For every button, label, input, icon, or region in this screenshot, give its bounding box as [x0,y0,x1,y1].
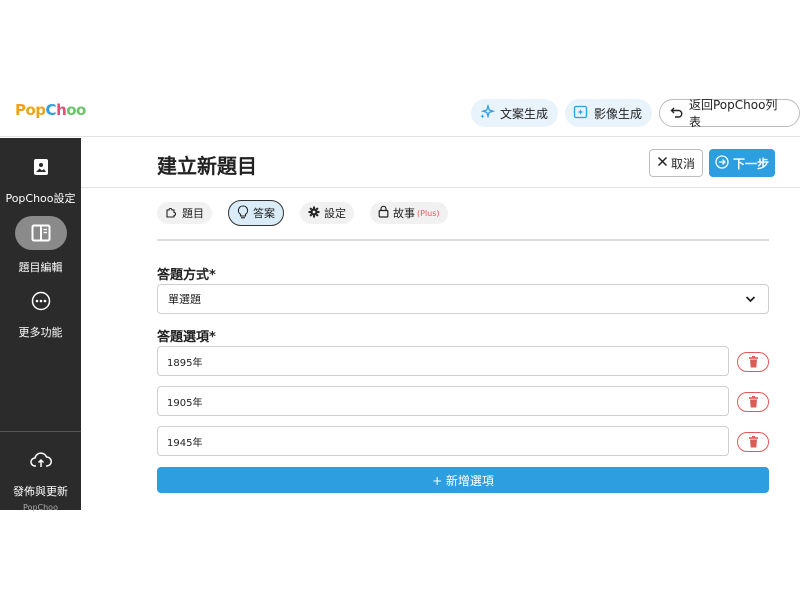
delete-option-button-3[interactable] [737,432,769,452]
text-generation-label: 文案生成 [500,106,549,121]
cancel-label: 取消 [670,156,695,171]
tab-story[interactable]: 故事 (Plus) [370,202,448,224]
tab-question[interactable]: 題目 [157,202,212,224]
arrow-right-circle-icon [715,154,733,172]
gear-icon [308,206,324,221]
sidebar-item-popchoo-settings[interactable]: PopChoo設定 [0,156,81,206]
sidebar-item-label: 更多功能 [18,326,63,339]
tabs-divider [157,239,769,241]
tab-answer[interactable]: 答案 [228,200,284,226]
cancel-button[interactable]: 取消 [649,149,703,177]
answer-type-label: 答題方式* [157,268,216,283]
add-option-button[interactable]: + 新增選項 [157,467,769,493]
answer-options-label: 答題選項* [157,330,216,345]
image-generation-label: 影像生成 [594,106,643,121]
option-input-1[interactable]: 1895年 [157,346,729,376]
trash-icon [748,353,759,372]
bulb-icon [237,204,253,222]
back-to-list-button[interactable]: 返回PopChoo列表 [659,98,800,129]
next-step-button[interactable]: 下一步 [709,149,775,177]
next-step-label: 下一步 [732,156,769,171]
sidebar-item-more-features[interactable]: 更多功能 [0,290,81,340]
lock-icon [378,205,393,221]
chevron-down-icon [745,294,756,307]
sidebar: PopChoo設定 題目編輯 更多功能 發佈與更新 PopChoo [0,138,81,512]
option-input-3[interactable]: 1945年 [157,426,729,456]
sidebar-item-label: 題目編輯 [18,261,63,274]
editor-tabs: 題目 答案 設定 故事 (Plus) [157,200,464,228]
answer-type-select[interactable]: 單選題 [157,284,769,314]
image-generation-button[interactable]: 影像生成 [565,99,653,127]
sidebar-item-question-edit[interactable]: 題目編輯 [0,216,81,275]
trash-icon [748,433,759,452]
top-bar: PopChoo 文案生成 影像生成 返回PopChoo列表 [0,87,800,137]
plus-badge: (Plus) [417,208,440,218]
sidebar-item-label: PopChoo設定 [5,192,76,205]
logo-text-oo: oo [66,101,86,119]
page-title: 建立新題目 [157,154,257,178]
tab-label: 題目 [182,207,204,220]
tab-label: 答案 [253,207,275,220]
undo-arrow-icon [670,105,689,122]
image-sparkle-icon [573,104,594,123]
publish-and-update-button[interactable]: 發佈與更新 [0,450,81,499]
option-input-2[interactable]: 1905年 [157,386,729,416]
tab-label: 設定 [324,207,346,220]
tab-label: 故事 [393,207,415,220]
book-icon [14,216,67,250]
sidebar-footer-text: PopChoo [23,503,58,512]
text-generation-button[interactable]: 文案生成 [471,99,559,127]
back-to-list-label: 返回PopChoo列表 [689,98,778,129]
image-icon [0,156,81,178]
popchoo-logo[interactable]: PopChoo [15,101,86,119]
close-icon [657,156,671,170]
publish-label: 發佈與更新 [13,485,68,498]
main-content: 建立新題目 取消 下一步 題目 答案 設定 故事 (Plus) 答題方式* 單選… [81,138,800,510]
tab-settings[interactable]: 設定 [300,202,354,224]
delete-option-button-2[interactable] [737,392,769,412]
logo-text-pop: Pop [15,101,46,119]
logo-text-c: C [45,101,57,119]
answer-type-value: 單選題 [168,293,201,306]
trash-icon [748,393,759,412]
cloud-upload-icon [0,450,81,470]
delete-option-button-1[interactable] [737,352,769,372]
sidebar-divider [0,431,81,432]
more-icon [0,290,81,312]
sparkle-icon [479,103,500,123]
logo-text-h: h [56,101,67,119]
puzzle-icon [165,205,182,221]
page-header: 建立新題目 取消 下一步 [81,138,800,188]
